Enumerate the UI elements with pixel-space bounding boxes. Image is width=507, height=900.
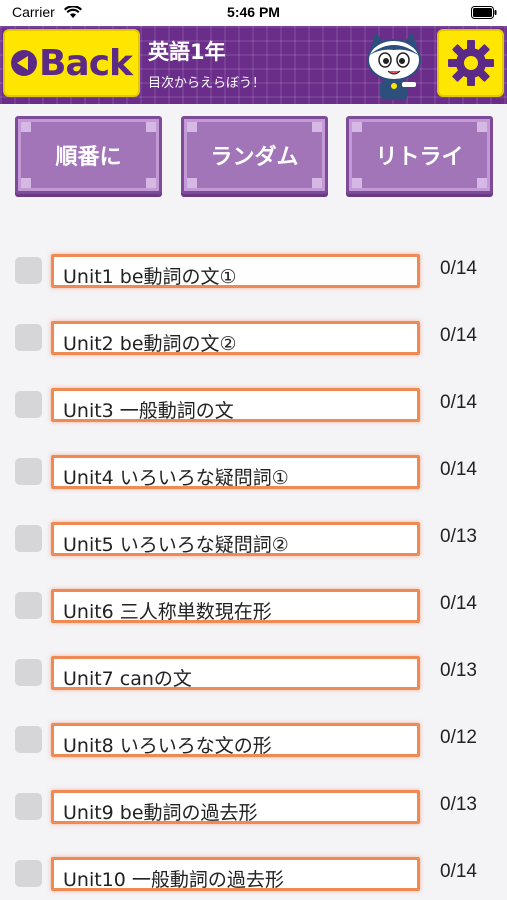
- button-corner: [312, 122, 322, 132]
- unit-checkbox[interactable]: [15, 257, 42, 284]
- unit-title-button[interactable]: Unit2 be動詞の文②: [51, 321, 420, 355]
- order-mode-label: 順番に: [55, 145, 122, 170]
- settings-button[interactable]: [437, 29, 504, 97]
- back-label: Back: [38, 42, 133, 84]
- unit-title-button[interactable]: Unit7 canの文: [51, 656, 420, 690]
- unit-row: Unit6 三人称単数現在形 0/14: [0, 589, 507, 629]
- unit-title-button[interactable]: Unit5 いろいろな疑問詞②: [51, 522, 420, 556]
- button-corner: [21, 122, 31, 132]
- unit-row: Unit3 一般動詞の文 0/14: [0, 388, 507, 428]
- unit-score: 0/14: [440, 861, 477, 882]
- unit-row: Unit9 be動詞の過去形 0/13: [0, 790, 507, 830]
- unit-score: 0/13: [440, 660, 477, 681]
- unit-title-button[interactable]: Unit6 三人称単数現在形: [51, 589, 420, 623]
- button-corner: [21, 178, 31, 188]
- unit-checkbox[interactable]: [15, 458, 42, 485]
- button-corner: [477, 178, 487, 188]
- page-title: 英語1年: [148, 40, 226, 64]
- status-time: 5:46 PM: [227, 4, 280, 20]
- unit-checkbox[interactable]: [15, 324, 42, 351]
- unit-score: 0/14: [440, 459, 477, 480]
- unit-score: 0/13: [440, 526, 477, 547]
- button-corner: [477, 122, 487, 132]
- unit-row: Unit8 いろいろな文の形 0/12: [0, 723, 507, 763]
- unit-score: 0/14: [440, 258, 477, 279]
- unit-checkbox[interactable]: [15, 726, 42, 753]
- cat-mascot-icon: [367, 32, 421, 100]
- status-bar: Carrier 5:46 PM: [0, 0, 507, 26]
- unit-checkbox[interactable]: [15, 793, 42, 820]
- unit-row: Unit4 いろいろな疑問詞① 0/14: [0, 455, 507, 495]
- button-corner: [187, 178, 197, 188]
- unit-title-button[interactable]: Unit3 一般動詞の文: [51, 388, 420, 422]
- button-corner: [146, 122, 156, 132]
- unit-score: 0/14: [440, 392, 477, 413]
- back-button[interactable]: Back: [3, 29, 140, 97]
- button-corner: [187, 122, 197, 132]
- unit-score: 0/12: [440, 727, 477, 748]
- button-corner: [352, 122, 362, 132]
- unit-score: 0/14: [440, 593, 477, 614]
- button-corner: [146, 178, 156, 188]
- unit-checkbox[interactable]: [15, 525, 42, 552]
- unit-checkbox[interactable]: [15, 659, 42, 686]
- unit-checkbox[interactable]: [15, 860, 42, 887]
- unit-title-button[interactable]: Unit8 いろいろな文の形: [51, 723, 420, 757]
- app-header: Back 英語1年 目次からえらぼう！: [0, 26, 507, 104]
- unit-title-button[interactable]: Unit10 一般動詞の過去形: [51, 857, 420, 891]
- unit-row: Unit10 一般動詞の過去形 0/14: [0, 857, 507, 897]
- gear-icon: [447, 40, 494, 86]
- random-mode-button[interactable]: ランダム: [181, 116, 328, 194]
- button-corner: [312, 178, 322, 188]
- order-mode-button[interactable]: 順番に: [15, 116, 162, 194]
- back-arrow-icon: [10, 50, 37, 76]
- unit-title-button[interactable]: Unit4 いろいろな疑問詞①: [51, 455, 420, 489]
- unit-row: Unit5 いろいろな疑問詞② 0/13: [0, 522, 507, 562]
- random-mode-label: ランダム: [210, 145, 299, 170]
- unit-row: Unit2 be動詞の文② 0/14: [0, 321, 507, 361]
- unit-checkbox[interactable]: [15, 592, 42, 619]
- unit-checkbox[interactable]: [15, 391, 42, 418]
- unit-score: 0/14: [440, 325, 477, 346]
- unit-row: Unit7 canの文 0/13: [0, 656, 507, 696]
- unit-title-button[interactable]: Unit9 be動詞の過去形: [51, 790, 420, 824]
- button-corner: [352, 178, 362, 188]
- page-subtitle: 目次からえらぼう！: [148, 76, 266, 91]
- unit-title-button[interactable]: Unit1 be動詞の文①: [51, 254, 420, 288]
- retry-mode-button[interactable]: リトライ: [346, 116, 493, 194]
- battery-icon: [471, 6, 497, 19]
- retry-mode-label: リトライ: [375, 145, 464, 170]
- unit-score: 0/13: [440, 794, 477, 815]
- unit-row: Unit1 be動詞の文① 0/14: [0, 254, 507, 294]
